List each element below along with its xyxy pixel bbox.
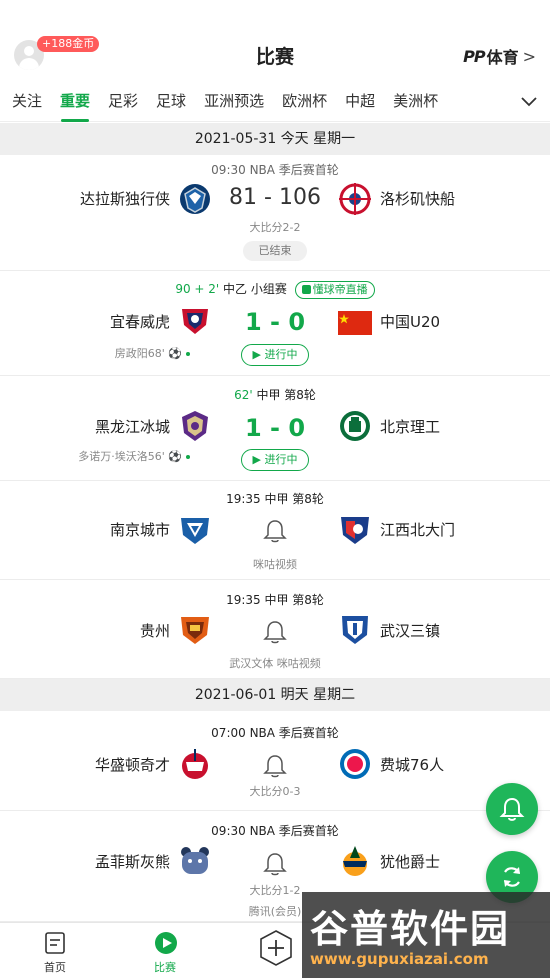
bell-icon [499,797,525,821]
status-badge[interactable]: ▶ 进行中 [241,344,309,366]
match-card[interactable]: 62' 中甲 第8轮 黑龙江冰城 1 - 0 北京理工 多诺万·埃沃洛56' ⚽… [0,376,550,481]
tab-follow[interactable]: 关注 [0,80,51,122]
goal-scorer: 多诺万·埃沃洛56' ⚽ [78,448,190,464]
match-score: 81 - 106 [229,185,321,210]
tab-asia-qualifiers[interactable]: 亚洲预选 [195,80,273,122]
beijing-bit-logo-icon [340,411,370,441]
nav-home[interactable]: 首页 [20,923,90,978]
match-minute: 90 + 2' [175,282,220,296]
match-card[interactable]: 90 + 2' 中乙 小组赛 懂球帝直播 宜春威虎 1 - 0 中国U20 房政… [0,271,550,376]
tab-important[interactable]: 重要 [51,80,99,122]
play-icon [301,284,311,294]
wuhan-three-towns-logo-icon [342,616,368,644]
tab-euro-cup[interactable]: 欧洲杯 [273,80,336,122]
chevron-right-icon: > [522,46,536,66]
play-circle-icon [155,932,177,954]
home-doc-icon [45,932,65,954]
away-team-name: 中国U20 [380,313,441,331]
match-meta: 90 + 2' 中乙 小组赛 懂球帝直播 [0,280,550,299]
nav-matches-label: 比赛 [154,961,176,974]
watermark: 谷普软件园 www.gupuxiazai.com [302,892,550,978]
tab-football[interactable]: 足球 [147,80,195,122]
china-flag-icon [338,311,372,335]
tab-copa-america[interactable]: 美洲杯 [384,80,447,122]
goal-scorer: 房政阳68' ⚽ [115,345,190,361]
wizards-logo-icon [182,749,208,779]
home-team-name: 南京城市 [109,521,170,539]
refresh-icon [504,867,520,887]
date-header: 2021-06-01 明天 星期二 [0,679,550,711]
match-card[interactable]: 19:35 中甲 第8轮 贵州 武汉三镇 武汉文体 咪咕视频 [0,580,550,679]
status-label: 进行中 [264,453,298,466]
match-minute: 62' [234,388,253,402]
nav-home-label: 首页 [44,961,66,974]
scorer-text: 多诺万·埃沃洛56' [78,450,165,463]
category-tabs: 关注 重要 足彩 足球 亚洲预选 欧洲杯 中超 美洲杯 [0,80,550,122]
home-team-name: 孟菲斯灰熊 [94,853,170,871]
76ers-logo-icon [340,749,370,779]
series-score: 大比分0-3 [249,785,301,798]
match-card[interactable]: 07:00 NBA 季后赛首轮 华盛顿奇才 费城76人 大比分0-3 [0,711,550,811]
plus-shield-icon [260,930,292,966]
status-badge[interactable]: ▶ 进行中 [241,449,309,471]
scorer-text: 房政阳68' [114,347,165,360]
nav-matches[interactable]: 比赛 [130,923,200,978]
live-stream-tag[interactable]: 懂球帝直播 [294,280,375,299]
home-team-name: 华盛顿奇才 [94,756,170,774]
bell-icon[interactable] [262,619,288,645]
chevron-down-icon[interactable] [520,92,538,110]
away-team-name: 北京理工 [380,418,441,436]
away-team-name: 武汉三镇 [380,622,441,640]
away-team-name: 费城76人 [380,756,445,774]
away-team-name: 犹他爵士 [380,853,441,871]
bell-icon[interactable] [262,518,288,544]
jiangxi-beidamen-logo-icon [341,517,369,544]
away-team-name: 江西北大门 [380,521,456,539]
brand-logo-mark: PP [463,46,485,66]
bell-icon[interactable] [262,753,288,779]
match-meta: 07:00 NBA 季后赛首轮 [211,726,339,740]
grizzlies-logo-icon [181,847,209,874]
match-meta: 62' 中甲 第8轮 [0,386,550,403]
live-stream-label: 懂球帝直播 [312,282,368,296]
tab-csl[interactable]: 中超 [336,80,384,122]
notification-fab[interactable] [486,783,538,835]
brand-link[interactable]: PP 体育 > [463,44,536,68]
match-league: 中乙 小组赛 [219,282,287,296]
nav-create[interactable] [240,923,310,978]
home-team-name: 贵州 [139,622,170,640]
match-card[interactable]: 09:30 NBA 季后赛首轮 达拉斯独行侠 81 - 106 洛杉矶快船 大比… [0,155,550,271]
match-score: 1 - 0 [244,308,306,336]
clippers-logo-icon [339,183,371,215]
tab-lottery[interactable]: 足彩 [99,80,147,122]
match-meta: 19:35 中甲 第8轮 [226,593,324,607]
date-header: 2021-05-31 今天 星期一 [0,123,550,155]
match-card[interactable]: 19:35 中甲 第8轮 南京城市 江西北大门 咪咕视频 [0,481,550,580]
watermark-title: 谷普软件园 [310,907,511,951]
match-league: 中甲 第8轮 [252,388,316,402]
status-badge: 已结束 [243,241,307,261]
match-score: 1 - 0 [244,414,306,442]
watermark-url: www.gupuxiazai.com [310,950,489,968]
brand-label: 体育 [486,48,519,67]
match-meta: 19:35 中甲 第8轮 [226,492,324,506]
broadcaster: 咪咕视频 [253,558,297,571]
match-meta: 09:30 NBA 季后赛首轮 [211,824,339,838]
away-team-name: 洛杉矶快船 [380,190,456,208]
jazz-logo-icon [343,846,367,876]
guizhou-logo-icon [181,617,209,644]
series-score: 大比分2-2 [249,221,301,234]
broadcaster: 武汉文体 咪咕视频 [229,657,321,670]
app-header: +188金币 比赛 PP 体育 > [0,0,550,80]
nanjing-city-logo-icon [181,518,209,544]
match-meta: 09:30 NBA 季后赛首轮 [211,163,339,177]
bell-icon[interactable] [262,851,288,877]
status-label: 进行中 [264,348,298,361]
